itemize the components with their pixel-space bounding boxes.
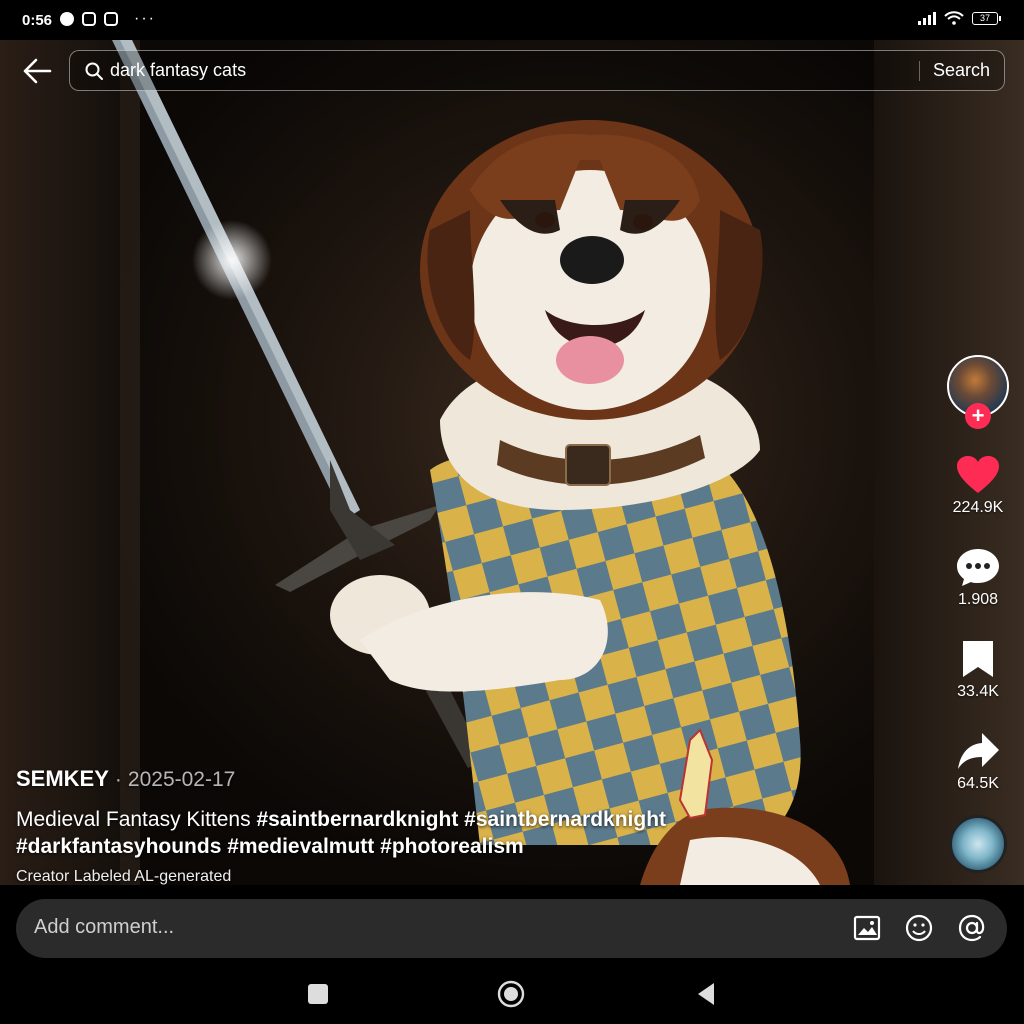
author-name[interactable]: SEMKEY — [16, 766, 109, 792]
hashtag[interactable]: #medievalmutt — [227, 835, 374, 858]
instagram-icon — [104, 12, 118, 26]
search-divider — [919, 61, 920, 81]
ai-generated-label: Creator Labeled AL-generated — [16, 868, 232, 885]
share-arrow-icon — [958, 733, 999, 769]
comment-input[interactable]: Add comment... — [34, 916, 174, 939]
video-frame[interactable] — [0, 40, 1024, 885]
caption-text: Medieval Fantasy Kittens #saintbernardkn… — [16, 806, 716, 860]
system-nav-bar — [0, 970, 1024, 1024]
like-button[interactable]: 224.9K — [952, 455, 1004, 517]
hashtag[interactable]: #saintbernardknight — [256, 808, 458, 831]
dog-knight-image — [112, 40, 850, 885]
search-button[interactable]: Search — [933, 60, 990, 81]
status-bar: 0:56 ··· 37 — [0, 0, 1024, 40]
hashtag[interactable]: #darkfantasyhounds — [16, 835, 221, 858]
home-circle-icon[interactable] — [497, 980, 525, 1008]
music-disc[interactable] — [949, 815, 1007, 873]
action-rail: + 224.9K 1.908 33.4K 64.5K — [944, 355, 1012, 873]
date-separator: · — [114, 768, 122, 791]
share-button[interactable]: 64.5K — [956, 731, 1000, 793]
status-time: 0:56 — [22, 12, 53, 29]
more-notifications-icon: ··· — [134, 10, 156, 27]
comment-input-bar[interactable]: Add comment... — [16, 899, 1007, 958]
wifi-icon — [944, 11, 964, 25]
follow-plus-icon[interactable]: + — [965, 403, 991, 429]
save-button[interactable]: 33.4K — [957, 639, 999, 701]
facebook-icon — [60, 12, 74, 26]
recents-square-icon[interactable] — [304, 980, 332, 1008]
search-input[interactable]: dark fantasy cats — [110, 60, 910, 81]
comment-area: Add comment... — [0, 885, 1024, 970]
search-icon — [85, 62, 103, 80]
like-count: 224.9K — [952, 499, 1004, 516]
notification-icons: ··· — [60, 10, 156, 28]
heart-icon — [957, 456, 999, 493]
share-count: 64.5K — [957, 775, 999, 792]
image-icon[interactable] — [852, 913, 882, 943]
hashtag[interactable]: #saintbernardknight — [464, 808, 666, 831]
save-count: 33.4K — [957, 683, 999, 700]
back-arrow-icon[interactable] — [22, 56, 52, 86]
signal-icon — [918, 11, 936, 25]
instagram-icon — [82, 12, 96, 26]
creator-avatar[interactable]: + — [947, 355, 1009, 429]
comment-count: 1.908 — [957, 591, 999, 608]
battery-icon: 37 — [972, 11, 1001, 25]
back-triangle-icon[interactable] — [692, 980, 720, 1008]
search-bar[interactable]: dark fantasy cats Search — [69, 50, 1005, 91]
hashtag[interactable]: #photorealism — [380, 835, 524, 858]
emoji-icon[interactable] — [904, 913, 934, 943]
comment-button[interactable]: 1.908 — [956, 547, 1000, 609]
comment-bubble-icon — [957, 549, 999, 586]
bookmark-icon — [963, 641, 993, 677]
mention-icon[interactable] — [957, 913, 987, 943]
post-date: 2025-02-17 — [127, 768, 236, 791]
video-caption: SEMKEY · 2025-02-17 Medieval Fantasy Kit… — [16, 766, 916, 886]
status-indicators: 37 — [918, 11, 1001, 25]
caption-title: Medieval Fantasy Kittens — [16, 808, 251, 831]
